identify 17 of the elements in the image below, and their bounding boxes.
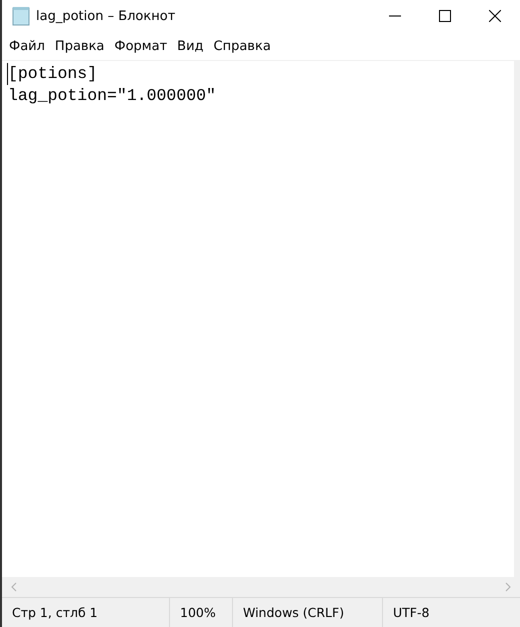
text-line: lag_potion="1.000000" xyxy=(8,85,217,107)
status-text: Windows (CRLF) xyxy=(243,605,344,620)
menu-item[interactable]: Правка xyxy=(50,38,110,54)
horizontal-scrollbar[interactable] xyxy=(2,577,520,597)
scroll-left-icon[interactable] xyxy=(11,582,17,592)
menu-item[interactable]: Файл xyxy=(4,38,50,54)
maximize-icon xyxy=(439,10,451,22)
notepad-icon xyxy=(12,6,30,26)
close-icon xyxy=(489,10,501,22)
status-text: Стр 1, стлб 1 xyxy=(12,605,98,620)
menu-item[interactable]: Формат xyxy=(109,38,172,54)
scroll-right-icon[interactable] xyxy=(505,582,511,592)
menu-item[interactable]: Справка xyxy=(208,38,276,54)
window-title: lag_potion – Блокнот xyxy=(36,8,176,24)
status-text: UTF-8 xyxy=(393,605,430,620)
menu-item[interactable]: Вид xyxy=(172,38,209,54)
status-text: 100% xyxy=(180,605,216,620)
